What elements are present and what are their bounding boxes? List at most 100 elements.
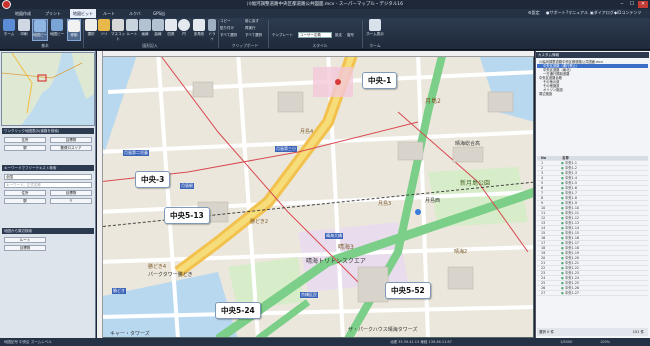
status-text: 地図記号 中央区 ズームレベル — [4, 340, 52, 344]
mapview-button-1[interactable]: 地図ビー — [32, 19, 48, 41]
overview-minimap[interactable] — [1, 52, 95, 126]
cell-name: 中央1-10 — [564, 206, 580, 210]
mapview-button-2[interactable]: 地図ビー — [49, 19, 65, 41]
window-title: 川幅河調整道路中央区都道路公共図面.mcv - スーパーマップル・デジタル16 — [246, 2, 404, 7]
route-button[interactable]: ルート — [126, 19, 138, 41]
curve-button[interactable]: 曲線 — [152, 19, 164, 41]
line-button[interactable]: 画線 — [139, 19, 151, 41]
quick-address-button[interactable]: 住所 — [4, 137, 46, 143]
print-button[interactable]: 印刷 — [17, 19, 31, 41]
btn-label: 曲線 — [154, 32, 162, 36]
callout-chuo-5-24[interactable]: 中央5-24 — [215, 302, 261, 319]
status-bar: 地図記号 中央区 ズームレベル 北緯 35.39.41.13 東経 139.46… — [0, 338, 650, 346]
dry-button[interactable]: ドライ — [207, 19, 217, 41]
tree-item[interactable]: 周辺施設 — [537, 92, 648, 96]
link-dialog[interactable]: ▣ダイアログ — [590, 10, 614, 16]
link-label: ダイアログ — [593, 10, 614, 15]
close-button[interactable]: ✕ — [638, 1, 648, 8]
tab-route[interactable]: ルート — [100, 9, 118, 18]
btn-label: 選択 — [87, 32, 95, 36]
quick-station-button[interactable]: 駅 — [4, 145, 46, 151]
cell-name: 中央1-1 — [564, 161, 577, 165]
circle-button[interactable]: 円 — [178, 19, 190, 41]
select-all-2-button[interactable]: すべて選択 — [245, 33, 262, 39]
nearby-route-button[interactable]: ルート — [4, 237, 46, 243]
group-home: ホーム — [369, 43, 381, 48]
btn-label: 印刷 — [20, 32, 28, 36]
label-tsukishima-west: 月島西 — [425, 198, 441, 204]
tab-map-bit[interactable]: 地図ビット — [70, 9, 96, 18]
divider — [268, 20, 269, 48]
cell-name: 中央1-4 — [564, 176, 577, 180]
move-button[interactable]: 移動 — [67, 19, 81, 41]
map-icon — [34, 20, 46, 32]
tab-map-create[interactable]: 地図作成 — [12, 9, 34, 18]
select-button[interactable]: 選択 — [85, 19, 97, 41]
template-select[interactable]: ユーザー定義 — [298, 32, 332, 38]
mascot-button[interactable]: マスコット — [111, 19, 125, 41]
tab-gps[interactable]: GPS出 — [150, 9, 168, 18]
btn-label: 円 — [182, 32, 186, 36]
label-tsukishima-station: 月島駅 — [180, 183, 194, 189]
callout-chuo-3[interactable]: 中央-3 — [135, 171, 171, 188]
undo-button[interactable]: 前に戻す — [245, 19, 259, 25]
home-button[interactable]: ホーム — [2, 19, 16, 41]
title-bar: 川幅河調整道路中央区都道路公共図面.mcv - スーパーマップル・デジタル16 … — [0, 0, 650, 9]
polygon-button[interactable]: 多角形 — [191, 19, 207, 41]
data-grid[interactable]: 1 ● 中央1-1 2 ● 中央1-2 3 ● 中央1-3 4 ● 中央1-4 5 ● 中央1-5… — [537, 161, 648, 327]
paste-button[interactable]: 貼り付け — [220, 26, 234, 32]
table-row[interactable]: 27 ● 中央1-27 — [537, 291, 648, 296]
label-harumi-2: 晴海2 — [454, 249, 468, 255]
redo-button[interactable]: 再実行 — [245, 26, 256, 32]
kw-address-button[interactable]: 住所 — [4, 190, 46, 196]
label-park-house: ザ・パークハウス晴海タワーズ — [348, 327, 418, 333]
btn-label: 移動 — [70, 33, 78, 37]
rectangle-button[interactable]: 四角 — [165, 19, 177, 41]
tab-print[interactable]: プリント — [42, 9, 64, 18]
kw-landmark-button[interactable]: 目標物 — [50, 190, 92, 196]
link-settings[interactable]: ⚙設定 — [528, 10, 540, 16]
callout-chuo-1[interactable]: 中央-1 — [362, 72, 398, 89]
link-label: 設定 — [531, 10, 540, 15]
quick-postal-button[interactable]: 郵便ロスリア — [50, 145, 92, 151]
cell-name: 中央1-17 — [564, 241, 580, 245]
select-all-button[interactable]: すべて選択 — [220, 33, 237, 39]
section-nearby-title: 地図から周辺検索 — [2, 228, 94, 234]
nearby-landmark-button[interactable]: 目標物 — [4, 245, 46, 251]
col-name: 名称 — [562, 156, 569, 160]
cell-name: 中央1-18 — [564, 246, 580, 250]
pin-button[interactable]: ツリ — [98, 19, 110, 41]
kw-postal-button[interactable]: 〒 — [50, 198, 92, 204]
link-manual[interactable]: ?マニュアル — [566, 10, 588, 16]
hand-icon — [68, 20, 80, 32]
kw-station-button[interactable]: 駅 — [4, 198, 46, 204]
btn-label: ツリ — [100, 32, 108, 36]
region-select[interactable]: 全国 — [4, 174, 92, 180]
cell-name: 中央1-25 — [564, 281, 580, 285]
callout-chuo-5-13[interactable]: 中央5-13 — [164, 207, 210, 224]
keyword-input[interactable]: キーワード、正式名称 — [4, 182, 92, 188]
quick-landmark-button[interactable]: 目標物 — [50, 137, 92, 143]
link-support[interactable]: ●サポート — [546, 10, 566, 16]
label-kyo-towers: キャー・タワーズ — [110, 331, 150, 337]
label-tsukishima-2: 月島2 — [425, 98, 441, 105]
layer-tree[interactable]: 川幅河調整道路中央区都道路公共図面.mcv 中央区道路（通行禁止） 中央区道路（… — [537, 60, 648, 140]
callout-chuo-5-52[interactable]: 中央5-52 — [385, 282, 431, 299]
label-harumi-triton: 晴海トリトンスクエア — [306, 258, 366, 265]
minimize-button[interactable]: ‒ — [617, 1, 627, 8]
btn-label: 画線 — [141, 32, 149, 36]
home-view-button[interactable]: ホーム表示 — [366, 19, 384, 41]
maximize-button[interactable]: ☐ — [627, 1, 637, 8]
pin-icon — [98, 19, 110, 31]
cell-name: 中央1-27 — [564, 291, 580, 295]
style-settings-button[interactable]: 設定 — [335, 33, 342, 39]
copy-button[interactable]: コピー — [220, 19, 231, 25]
printer-icon — [18, 19, 30, 31]
cell-name: 中央1-6 — [564, 186, 577, 190]
link-label: マニュアル — [568, 10, 589, 15]
group-shape: 図形記入 — [142, 43, 158, 48]
style-copy-button[interactable]: 複写 — [347, 33, 354, 39]
tab-rukuba[interactable]: ルクバ — [126, 9, 144, 18]
cursor-icon — [85, 19, 97, 31]
link-id-contents[interactable]: ◆IDコンテンツ — [614, 10, 641, 16]
